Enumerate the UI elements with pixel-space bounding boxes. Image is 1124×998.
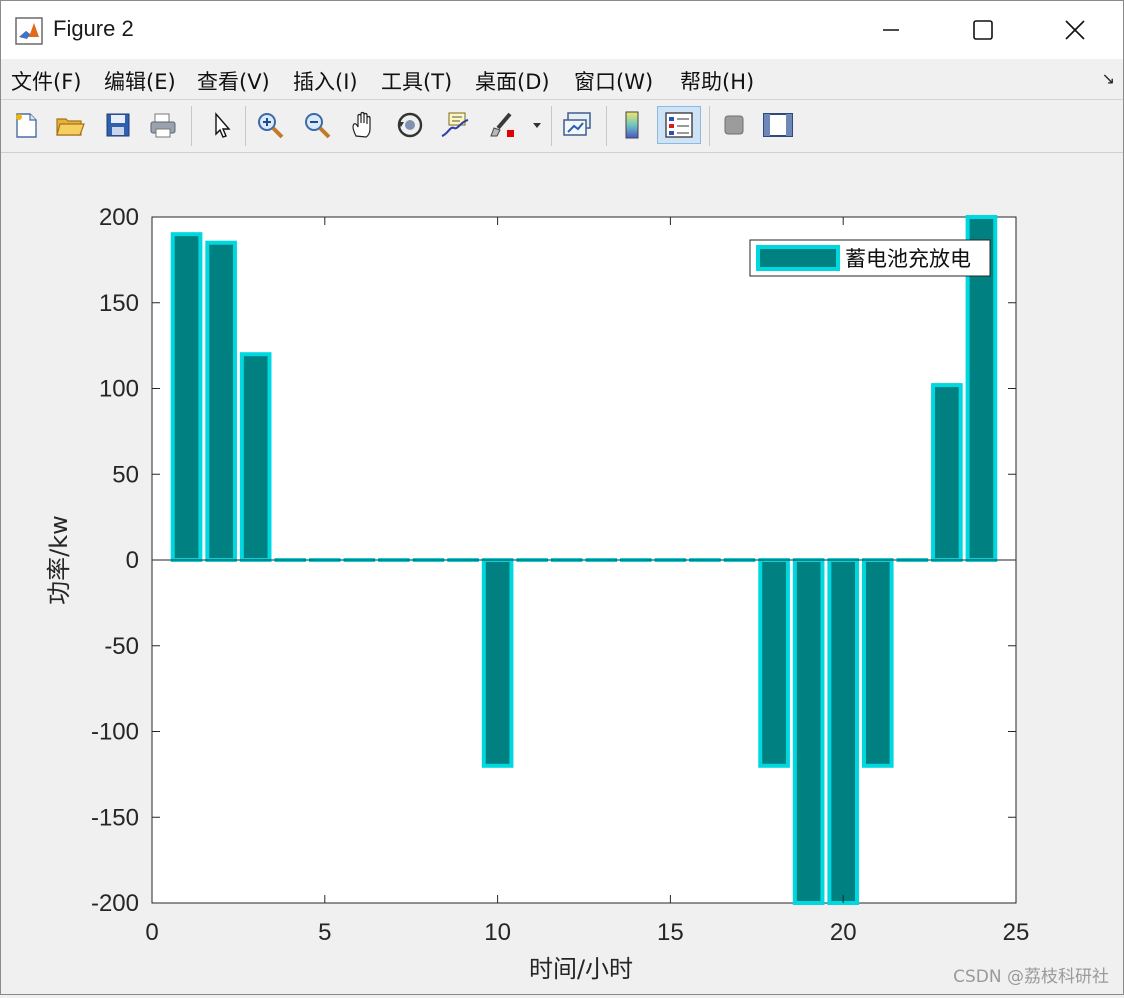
open-file-icon (55, 111, 85, 139)
figure-toolbar (1, 100, 1123, 153)
toolbar-separator (606, 106, 607, 146)
maximize-icon (972, 19, 994, 41)
rotate-3d-icon (395, 110, 425, 140)
bar-20 (829, 560, 857, 903)
toolbar-separator (709, 106, 710, 146)
show-plot-tools-button[interactable] (761, 108, 795, 142)
minimize-icon (881, 20, 901, 40)
figure-canvas-area: 0 5 10 15 20 25 -200 -150 -100 -50 0 50 100 150 200 时… (1, 153, 1123, 994)
x-tick-label: 10 (484, 919, 511, 946)
menu-edit[interactable]: 编辑(E) (104, 66, 176, 96)
data-cursor-button[interactable] (438, 108, 472, 142)
x-tick-label: 20 (830, 919, 857, 946)
bar-1 (173, 234, 201, 560)
bar-chart[interactable]: 0 5 10 15 20 25 -200 -150 -100 -50 0 50 100 150 200 时… (1, 153, 1123, 994)
brush-icon (488, 110, 518, 140)
menu-view[interactable]: 查看(V) (197, 66, 270, 96)
x-axis-label: 时间/小时 (529, 955, 633, 983)
bar-23 (933, 385, 961, 560)
x-tick-label: 5 (318, 919, 331, 946)
hide-plot-tools-icon (721, 112, 747, 138)
hide-plot-tools-button[interactable] (717, 108, 751, 142)
y-tick-label: -50 (104, 633, 139, 660)
figure-window: Figure 2 文件(F) 编辑(E) 查看(V) 插入(I) 工具(T) 桌… (0, 0, 1124, 995)
toolbar-separator (191, 106, 192, 146)
title-bar: Figure 2 (1, 1, 1123, 59)
bar-10 (484, 560, 512, 766)
matlab-logo-icon (15, 17, 43, 45)
undock-arrow-icon[interactable]: ↘ (1102, 69, 1115, 88)
save-icon (104, 111, 132, 139)
rotate-3d-button[interactable] (393, 108, 427, 142)
y-tick-label: -200 (91, 890, 139, 917)
close-icon (1064, 19, 1086, 41)
bar-18 (760, 560, 788, 766)
brush-dropdown-button[interactable] (529, 108, 545, 142)
menu-bar: 文件(F) 编辑(E) 查看(V) 插入(I) 工具(T) 桌面(D) 窗口(W… (1, 59, 1123, 100)
menu-tools[interactable]: 工具(T) (381, 66, 452, 96)
y-tick-label: -100 (91, 719, 139, 746)
x-tick-label: 15 (657, 919, 684, 946)
brush-button[interactable] (486, 108, 520, 142)
x-tick-label: 25 (1003, 919, 1030, 946)
close-button[interactable] (1029, 1, 1121, 59)
y-axis-label: 功率/kw (45, 515, 73, 605)
pan-icon (348, 110, 378, 140)
menu-desktop[interactable]: 桌面(D) (475, 66, 550, 96)
toolbar-separator (245, 106, 246, 146)
x-tick-label: 0 (145, 919, 158, 946)
new-figure-button[interactable] (9, 108, 43, 142)
show-plot-tools-icon (762, 111, 794, 139)
zoom-out-button[interactable] (300, 108, 334, 142)
pointer-button[interactable] (204, 108, 238, 142)
open-file-button[interactable] (53, 108, 87, 142)
data-cursor-icon (440, 110, 470, 140)
pan-button[interactable] (346, 108, 380, 142)
menu-help[interactable]: 帮助(H) (680, 66, 754, 96)
bar-21 (864, 560, 892, 766)
link-plot-button[interactable] (561, 108, 595, 142)
toolbar-separator (551, 106, 552, 146)
insert-colorbar-button[interactable] (615, 108, 649, 142)
minimize-button[interactable] (845, 1, 937, 59)
y-tick-label: 200 (99, 204, 139, 231)
menu-insert[interactable]: 插入(I) (293, 66, 358, 96)
legend[interactable]: 蓄电池充放电 (750, 240, 990, 276)
print-button[interactable] (146, 108, 180, 142)
window-title: Figure 2 (53, 16, 134, 42)
y-tick-label: 150 (99, 290, 139, 317)
menu-window[interactable]: 窗口(W) (574, 66, 653, 96)
chevron-down-icon (532, 120, 542, 130)
legend-label: 蓄电池充放电 (845, 247, 971, 271)
link-plot-icon (562, 110, 594, 140)
bar-3 (242, 354, 270, 560)
y-tick-label: 100 (99, 376, 139, 403)
zoom-in-icon (255, 110, 285, 140)
insert-legend-button[interactable] (657, 106, 701, 144)
pointer-icon (208, 111, 234, 139)
zoom-in-button[interactable] (253, 108, 287, 142)
colorbar-icon (620, 110, 644, 140)
menu-file[interactable]: 文件(F) (11, 66, 81, 96)
watermark: CSDN @荔枝科研社 (953, 967, 1109, 987)
y-tick-label: 0 (126, 547, 139, 574)
zoom-out-icon (302, 110, 332, 140)
legend-swatch (758, 247, 838, 269)
y-tick-label: -150 (91, 804, 139, 831)
bar-2 (207, 243, 235, 560)
save-button[interactable] (101, 108, 135, 142)
bar-19 (795, 560, 823, 903)
legend-icon (664, 111, 694, 139)
new-figure-icon (12, 111, 40, 139)
print-icon (148, 111, 178, 139)
y-tick-label: 50 (112, 461, 139, 488)
maximize-button[interactable] (937, 1, 1029, 59)
